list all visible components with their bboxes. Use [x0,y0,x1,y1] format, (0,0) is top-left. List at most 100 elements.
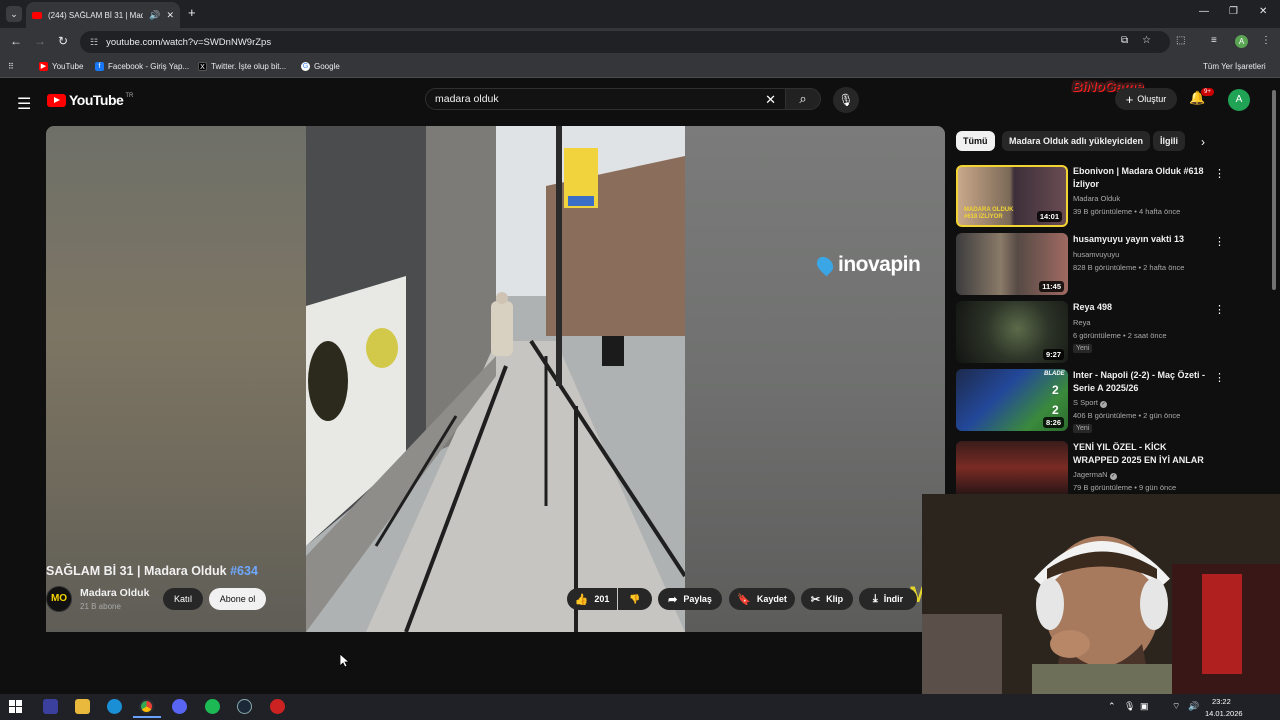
minimize-icon[interactable]: — [1199,6,1209,17]
video-player[interactable]: inovapin M [46,126,945,632]
video-title[interactable]: Ebonivon | Madara Olduk #618 İzliyor [1073,165,1211,190]
clip-button[interactable]: ✂ Klip [801,588,853,610]
browser-tab[interactable]: (244) SAĞLAM Bİ 31 | Mada 🔊 ✕ [26,2,180,28]
wifi-icon[interactable]: ⌔ [1172,701,1180,712]
volume-icon[interactable]: 🔊 [1188,701,1199,712]
chip-from-uploader[interactable]: Madara Olduk adlı yükleyiciden [1002,131,1151,151]
like-button[interactable]: 👍 201 [567,588,617,610]
bookmark-facebook[interactable]: f Facebook - Giriş Yap... [95,62,189,71]
video-title[interactable]: YENİ YIL ÖZEL - KİCK WRAPPED 2025 EN İYİ… [1073,441,1211,466]
clear-search-icon[interactable]: ✕ [765,92,776,108]
network-icon[interactable]: ▣ [1140,701,1149,712]
channel-name[interactable]: Reya [1073,318,1091,327]
steam-icon[interactable] [237,699,252,714]
search-button[interactable]: ⌕ [785,88,821,110]
search-input[interactable]: madara olduk ✕ [425,88,787,110]
hamburger-menu-icon[interactable]: ☰ [17,94,31,114]
back-icon[interactable]: ← [10,34,22,48]
app-icon[interactable] [43,699,58,714]
recommendation-item[interactable]: BLADE 2 2 8:26 Inter - Napoli (2-2) - Ma… [956,369,1226,433]
join-button[interactable]: Katıl [163,588,203,610]
channel-name[interactable]: S Sport ✓ [1073,398,1108,408]
reload-icon[interactable]: ↻ [58,34,68,48]
recommendation-item[interactable]: 11:45 husamyuyu yayın vakti 13 husamvuyu… [956,233,1226,297]
close-window-icon[interactable]: ✕ [1259,6,1267,17]
channel-avatar[interactable]: MO [46,586,72,612]
voice-search-button[interactable]: 🎙 [833,87,859,113]
recommendation-item[interactable]: 9:27 Reya 498 Reya 6 görüntüleme • 2 saa… [956,301,1226,365]
new-tab-button[interactable]: + [188,5,196,20]
video-title[interactable]: Reya 498 [1073,301,1211,314]
extensions-icon[interactable]: ⬚ [1176,35,1185,46]
channel-name[interactable]: husamvuyuyu [1073,250,1119,259]
download-button[interactable]: ⤓ İndir [859,588,917,610]
cast-icon[interactable]: ⧉ [1121,35,1128,46]
address-bar[interactable]: ☷ youtube.com/watch?v=SWDnNW9rZps [80,31,1170,53]
dislike-button[interactable]: 👎 [618,588,652,610]
video-title[interactable]: Inter - Napoli (2-2) - Maç Özeti - Serie… [1073,369,1211,394]
bookmark-google[interactable]: G Google [301,62,340,71]
site-info-icon[interactable]: ☷ [90,37,98,48]
more-actions-icon[interactable]: ⋮ [1214,235,1225,248]
subscribe-button[interactable]: Abone ol [209,588,266,610]
clock-time[interactable]: 23:22 [1212,697,1231,706]
subscriber-count: 21 B abone [80,602,121,611]
more-actions-icon[interactable]: ⋮ [1214,303,1225,316]
chevron-right-icon[interactable]: › [1201,135,1205,149]
spotify-icon[interactable] [205,699,220,714]
file-explorer-icon[interactable] [75,699,90,714]
like-count: 201 [594,594,610,604]
edge-icon[interactable] [107,699,122,714]
google-icon: G [301,62,310,71]
bookmark-twitter[interactable]: X Twitter. İşte olup bit... [198,62,286,71]
forward-icon[interactable]: → [34,34,46,48]
video-meta: 6 görüntüleme • 2 saat önce [1073,331,1167,340]
media-control-icon[interactable]: ≡ [1211,35,1217,46]
tray-chevron-icon[interactable]: ⌃ [1108,701,1116,712]
bookmark-star-icon[interactable]: ☆ [1142,35,1151,46]
more-actions-icon[interactable]: ⋮ [1214,167,1225,180]
thumbnail[interactable]: 9:27 [956,301,1068,363]
chip-related[interactable]: İlgili [1153,131,1185,151]
close-tab-icon[interactable]: ✕ [166,10,174,21]
thumbnail[interactable]: BLADE 2 2 8:26 [956,369,1068,431]
share-icon: ➦ [668,593,678,606]
bookmark-label: Facebook - Giriş Yap... [108,62,190,71]
chrome-menu-icon[interactable]: ⋮ [1261,35,1271,46]
windows-start-icon[interactable] [9,700,22,713]
channel-name[interactable]: Madara Olduk [1073,194,1120,203]
channel-name[interactable]: Madara Olduk [80,587,149,599]
speaker-icon[interactable]: 🔊 [149,10,160,21]
save-button[interactable]: 🔖 Kaydet [729,588,795,610]
plus-icon: + [1125,91,1134,107]
clock-date[interactable]: 14.01.2026 [1205,709,1243,718]
recommendation-item[interactable]: MADARA OLDUK #618 İZLİYOR 14:01 Ebonivon… [956,165,1226,229]
tab-search-button[interactable]: ⌄ [6,6,22,22]
notification-badge: 9+ [1201,88,1214,96]
youtube-play-icon [47,93,66,107]
thumbnail[interactable]: 11:45 [956,233,1068,295]
recommendation-item[interactable]: YENİ YIL ÖZEL - KİCK WRAPPED 2025 EN İYİ… [956,441,1226,494]
page-scrollbar[interactable] [1272,90,1276,290]
share-button[interactable]: ➦ Paylaş [658,588,722,610]
profile-avatar[interactable]: A [1235,35,1248,48]
discord-icon[interactable] [172,699,187,714]
thumbnail[interactable] [956,441,1068,494]
video-title[interactable]: husamyuyu yayın vakti 13 [1073,233,1211,246]
apps-icon[interactable]: ⠿ [8,62,14,71]
all-bookmarks[interactable]: Tüm Yer İşaretleri [1203,62,1266,71]
download-label: İndir [883,594,904,604]
channel-name[interactable]: JagermaN ✓ [1073,470,1117,480]
create-button[interactable]: + Oluştur [1115,88,1177,110]
video-hashtag[interactable]: #634 [230,564,258,578]
chip-all[interactable]: Tümü [956,131,995,151]
more-actions-icon[interactable]: ⋮ [1214,371,1225,384]
app-icon[interactable] [270,699,285,714]
restore-icon[interactable]: ❐ [1229,6,1238,17]
thumbnail[interactable]: MADARA OLDUK #618 İZLİYOR 14:01 [956,165,1068,227]
youtube-logo[interactable]: YouTube TR [47,92,133,108]
bookmark-youtube[interactable]: ▶ YouTube [39,62,83,71]
account-avatar[interactable]: A [1228,89,1250,111]
chrome-icon[interactable] [139,699,154,714]
microphone-tray-icon[interactable]: 🎙 [1124,701,1135,712]
